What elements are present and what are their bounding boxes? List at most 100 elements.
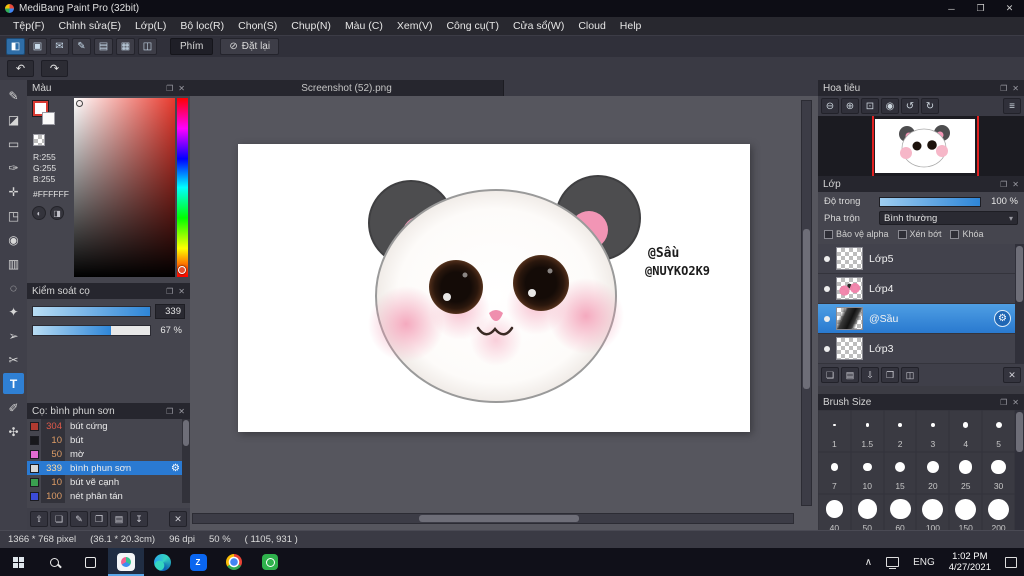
close-panel-icon[interactable]: ✕: [1012, 84, 1019, 93]
brush-item-net-phan-tan[interactable]: 100 nét phân tán ⚙: [27, 489, 182, 503]
brush-size-option[interactable]: 5: [982, 410, 1015, 452]
menu-item[interactable]: Xem(V): [390, 20, 440, 32]
protect-alpha-checkbox[interactable]: Bảo vệ alpha: [824, 229, 889, 239]
divide-tool[interactable]: ✂: [3, 349, 24, 370]
brush-size-option[interactable]: 1.5: [851, 410, 884, 452]
material-grid-icon[interactable]: ▦: [116, 38, 135, 55]
menu-item[interactable]: Tệp(F): [6, 20, 52, 32]
layer-visibility-toggle[interactable]: [824, 345, 830, 352]
delete-brush-icon[interactable]: ✕: [169, 511, 187, 527]
layer-visibility-toggle[interactable]: [824, 255, 830, 262]
zoom-fit-icon[interactable]: ⊡: [861, 98, 879, 114]
brush-settings-icon[interactable]: ⚙: [171, 463, 180, 474]
float-panel-icon[interactable]: ❐: [166, 287, 173, 296]
brush-size-option[interactable]: 4: [949, 410, 982, 452]
notification-center-button[interactable]: [998, 548, 1024, 576]
close-panel-icon[interactable]: ✕: [178, 407, 185, 416]
brush-size-option[interactable]: 15: [884, 452, 917, 494]
hue-cursor[interactable]: [178, 266, 186, 274]
eyedropper-tool[interactable]: ✐: [3, 397, 24, 418]
new-layer-icon[interactable]: ❏: [821, 367, 839, 383]
move-tool[interactable]: ✛: [3, 181, 24, 202]
operation-tool[interactable]: ➢: [3, 325, 24, 346]
brush-size-option[interactable]: 3: [916, 410, 949, 452]
layer-effect-icon[interactable]: ◫: [901, 367, 919, 383]
reset-button[interactable]: ⊘ Đặt lại: [220, 38, 280, 55]
brush-size-option[interactable]: 40: [818, 494, 851, 530]
brush-size-slider[interactable]: [32, 306, 151, 317]
task-view-button[interactable]: [72, 548, 108, 576]
text-tool[interactable]: T: [3, 373, 24, 394]
float-panel-icon[interactable]: ❐: [1000, 84, 1007, 93]
edit-brush-icon[interactable]: ✎: [70, 511, 88, 527]
brush-size-option[interactable]: 10: [851, 452, 884, 494]
zoom-out-icon[interactable]: ⊖: [821, 98, 839, 114]
layer-visibility-toggle[interactable]: [824, 285, 830, 292]
redo-button[interactable]: ↷: [41, 60, 68, 77]
layer-visibility-toggle[interactable]: [824, 315, 830, 322]
menu-item[interactable]: Help: [613, 20, 649, 32]
layer-row[interactable]: Lớp5 ⚙: [818, 244, 1015, 274]
brush-item-but-cung[interactable]: 304 bút cứng ⚙: [27, 419, 182, 433]
brush-size-option[interactable]: 2: [884, 410, 917, 452]
float-panel-icon[interactable]: ❐: [166, 84, 173, 93]
brush-size-scrollbar[interactable]: [1015, 410, 1024, 530]
select-tool[interactable]: ▭: [3, 133, 24, 154]
brush-size-option[interactable]: 30: [982, 452, 1015, 494]
canvas-vertical-scrollbar[interactable]: [801, 100, 812, 506]
menu-item[interactable]: Màu (C): [338, 20, 390, 32]
brush-size-value[interactable]: 339: [155, 304, 185, 319]
navigator-menu-icon[interactable]: ≡: [1003, 98, 1021, 114]
canvas[interactable]: @Sầu @NUYKO2K9: [238, 144, 750, 432]
brush-size-option[interactable]: 20: [916, 452, 949, 494]
maximize-button[interactable]: ❐: [966, 0, 995, 17]
zoom-actual-icon[interactable]: ◉: [881, 98, 899, 114]
brush-panel-icon[interactable]: ✎: [72, 38, 91, 55]
brush-item-but[interactable]: 10 bút ⚙: [27, 433, 182, 447]
delete-layer-icon[interactable]: ✕: [1003, 367, 1021, 383]
layer-opacity-slider[interactable]: [879, 196, 981, 207]
taskbar-medibang-button[interactable]: [108, 548, 144, 576]
network-icon[interactable]: [879, 548, 906, 576]
taskbar-zalo-button[interactable]: [180, 548, 216, 576]
new-brush-icon[interactable]: ❏: [50, 511, 68, 527]
brush-size-option[interactable]: 50: [851, 494, 884, 530]
brush-item-but-ve-canh[interactable]: 10 bút vẽ cạnh ⚙: [27, 475, 182, 489]
save-icon[interactable]: ▣: [28, 38, 47, 55]
language-indicator[interactable]: ENG: [906, 548, 942, 576]
brush-item-mo[interactable]: 50 mờ ⚙: [27, 447, 182, 461]
menu-item[interactable]: Chỉnh sửa(E): [52, 20, 128, 32]
lock-checkbox[interactable]: Khóa: [950, 229, 984, 239]
gradient-tool[interactable]: ▥: [3, 253, 24, 274]
fill-tool[interactable]: ◉: [3, 229, 24, 250]
phim-button[interactable]: Phím: [170, 38, 214, 55]
brush-size-option[interactable]: 150: [949, 494, 982, 530]
comment-icon[interactable]: ✉: [50, 38, 69, 55]
minimize-button[interactable]: ─: [937, 0, 966, 17]
menu-item[interactable]: Bộ lọc(R): [173, 20, 231, 32]
menu-item[interactable]: Lớp(L): [128, 20, 173, 32]
new-folder-icon[interactable]: ▤: [841, 367, 859, 383]
duplicate-layer-icon[interactable]: ❐: [881, 367, 899, 383]
hand-tool[interactable]: ✣: [3, 421, 24, 442]
navigator-preview[interactable]: [818, 116, 1024, 176]
transparent-color-swatch[interactable]: [33, 134, 45, 146]
sv-cursor[interactable]: [76, 100, 83, 107]
tray-chevron-icon[interactable]: ∧: [858, 548, 879, 576]
layout-icon[interactable]: ◫: [138, 38, 157, 55]
blend-mode-dropdown[interactable]: Bình thường ▾: [879, 211, 1018, 225]
float-panel-icon[interactable]: ❐: [1000, 180, 1007, 189]
layer-list-scrollbar[interactable]: [1015, 244, 1024, 364]
brush-item-binh-phun-son[interactable]: 339 bình phun sơn ⚙: [27, 461, 182, 475]
document-tab[interactable]: Screenshot (52).png: [190, 80, 504, 96]
close-panel-icon[interactable]: ✕: [178, 287, 185, 296]
brush-size-option[interactable]: 60: [884, 494, 917, 530]
merge-down-icon[interactable]: ⇩: [861, 367, 879, 383]
brush-folder-icon[interactable]: ▤: [110, 511, 128, 527]
close-panel-icon[interactable]: ✕: [178, 84, 185, 93]
brush-size-option[interactable]: 200: [982, 494, 1015, 530]
rotate-left-icon[interactable]: ↺: [901, 98, 919, 114]
brush-size-option[interactable]: 100: [916, 494, 949, 530]
pages-icon[interactable]: ▤: [94, 38, 113, 55]
taskbar-search-button[interactable]: [36, 548, 72, 576]
